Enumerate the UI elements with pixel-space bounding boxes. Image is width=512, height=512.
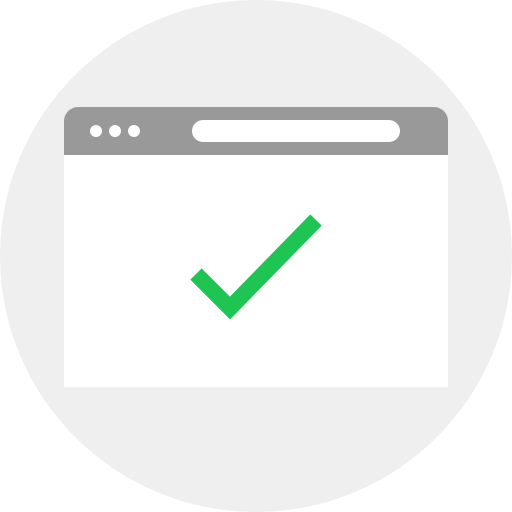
illustration (0, 0, 512, 512)
address-bar (192, 120, 400, 142)
window-dot-icon (128, 125, 140, 137)
checkmark-icon (190, 214, 322, 320)
browser-window-icon (64, 107, 448, 387)
window-title-bar (64, 107, 448, 155)
window-content (64, 155, 448, 387)
window-dot-icon (109, 125, 121, 137)
checkmark-stroke (190, 214, 322, 320)
window-dot-icon (90, 125, 102, 137)
